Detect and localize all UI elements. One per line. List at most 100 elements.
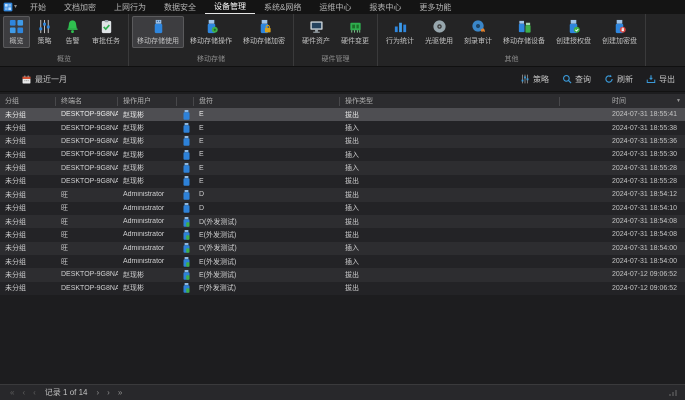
ribbon-item-grid[interactable]: 概览 xyxy=(3,16,30,48)
column-header-1[interactable]: 终端名 xyxy=(56,97,118,106)
usb-lock-icon xyxy=(256,19,273,34)
ribbon-item-bell[interactable]: 告警 xyxy=(59,16,86,48)
sliders-sm-icon xyxy=(520,74,530,84)
records-table: 分组终端名操作用户盘符操作类型时间▼ 未分组DESKTOP-9G8NA80赵现彬… xyxy=(0,94,685,295)
ribbon-item-monitor[interactable]: 硬件资产 xyxy=(297,16,335,48)
column-header-3[interactable] xyxy=(177,97,194,106)
menu-item-8[interactable]: 更多功能 xyxy=(410,1,460,14)
table-row[interactable]: 未分组DESKTOP-9G8NA80赵现彬E插入2024-07-31 18:55… xyxy=(0,121,685,134)
cell-time: 2024-07-31 18:54:10 xyxy=(560,205,685,212)
ribbon-group-1: 移动存储使用移动存储操作移动存储加密移动存储 xyxy=(129,14,294,66)
ribbon-item-label: 光驱使用 xyxy=(425,36,453,46)
resize-grip xyxy=(669,390,677,396)
ribbon-group-2: 硬件资产硬件变更硬件管理 xyxy=(294,14,378,66)
cell-drive-icon xyxy=(177,136,194,146)
table-row[interactable]: 未分组旺AdministratorD(外发测试)拔出2024-07-31 18:… xyxy=(0,215,685,228)
cell-user: 赵现彬 xyxy=(118,163,177,173)
cell-drive: E xyxy=(194,165,340,172)
table-row[interactable]: 未分组DESKTOP-9G8NA80赵现彬E(外发测试)拔出2024-07-12… xyxy=(0,268,685,281)
table-row[interactable]: 未分组旺AdministratorE(外发测试)插入2024-07-31 18:… xyxy=(0,255,685,268)
cell-drive: E(外发测试) xyxy=(194,270,340,280)
menu-item-7[interactable]: 报表中心 xyxy=(360,1,410,14)
first-page-button[interactable]: « xyxy=(8,386,16,399)
ribbon-item-label: 概览 xyxy=(10,36,24,46)
cell-user: 赵现彬 xyxy=(118,110,177,120)
menu-item-3[interactable]: 数据安全 xyxy=(155,1,205,14)
next-record-button[interactable]: › xyxy=(94,386,101,399)
table-row[interactable]: 未分组旺AdministratorD拔出2024-07-31 18:54:12 xyxy=(0,188,685,201)
menu-item-6[interactable]: 运维中心 xyxy=(310,1,360,14)
table-row[interactable]: 未分组DESKTOP-9G8NA80赵现彬F(外发测试)拔出2024-07-12… xyxy=(0,282,685,295)
ribbon-item-usb[interactable]: 移动存储使用 xyxy=(132,16,184,48)
menu-item-2[interactable]: 上网行为 xyxy=(105,1,155,14)
table-row[interactable]: 未分组DESKTOP-9G8NA80赵现彬E拔出2024-07-31 18:55… xyxy=(0,175,685,188)
ribbon-item-label: 移动存储操作 xyxy=(190,36,232,46)
ribbon-item-disc-burn[interactable]: 刻录审计 xyxy=(459,16,497,48)
cell-terminal: DESKTOP-9G8NA80 xyxy=(56,151,118,158)
toolbar-button-search[interactable]: 查询 xyxy=(562,74,591,85)
ribbon-item-usb-encrypt[interactable]: 创建加密盘 xyxy=(597,16,642,48)
usb-row-blue-icon xyxy=(183,190,190,200)
bell-icon xyxy=(64,19,81,34)
cell-operation: 拔出 xyxy=(340,283,560,293)
cell-group: 未分组 xyxy=(0,270,56,280)
menu-item-5[interactable]: 系统&网络 xyxy=(255,1,310,14)
last-page-button[interactable]: » xyxy=(116,386,124,399)
ribbon-item-chip[interactable]: 硬件变更 xyxy=(336,16,374,48)
menu-item-0[interactable]: 开始 xyxy=(21,1,55,14)
ribbon-item-disc[interactable]: 光驱使用 xyxy=(420,16,458,48)
menu-bar: ▾ 开始文档加密上网行为数据安全设备管理系统&网络运维中心报表中心更多功能 xyxy=(0,0,685,14)
cell-operation: 插入 xyxy=(340,257,560,267)
table-row[interactable]: 未分组DESKTOP-9G8NA80赵现彬E拔出2024-07-31 18:55… xyxy=(0,135,685,148)
table-row[interactable]: 未分组旺AdministratorD插入2024-07-31 18:54:10 xyxy=(0,202,685,215)
table-row[interactable]: 未分组DESKTOP-9G8NA80赵现彬E插入2024-07-31 18:55… xyxy=(0,148,685,161)
cell-operation: 拔出 xyxy=(340,176,560,186)
cell-user: 赵现彬 xyxy=(118,270,177,280)
table-row[interactable]: 未分组DESKTOP-9G8NA80赵现彬E拔出2024-07-31 18:55… xyxy=(0,108,685,121)
ribbon-item-clipboard[interactable]: 审批任务 xyxy=(87,16,125,48)
menu-item-1[interactable]: 文档加密 xyxy=(55,1,105,14)
column-header-2[interactable]: 操作用户 xyxy=(118,97,177,106)
table-row[interactable]: 未分组旺AdministratorD(外发测试)插入2024-07-31 18:… xyxy=(0,242,685,255)
toolbar-button-refresh[interactable]: 刷新 xyxy=(604,74,633,85)
table-body: 未分组DESKTOP-9G8NA80赵现彬E拔出2024-07-31 18:55… xyxy=(0,108,685,295)
sort-desc-icon: ▼ xyxy=(676,97,681,106)
table-row[interactable]: 未分组DESKTOP-9G8NA80赵现彬E插入2024-07-31 18:55… xyxy=(0,161,685,174)
cell-drive-icon xyxy=(177,283,194,293)
column-header-5[interactable]: 操作类型 xyxy=(340,97,560,106)
chip-icon xyxy=(347,19,364,34)
ribbon-item-usb-lock[interactable]: 移动存储加密 xyxy=(238,16,290,48)
cell-user: Administrator xyxy=(118,191,177,198)
prev-page-button[interactable]: ‹ xyxy=(20,386,27,399)
menu-item-4[interactable]: 设备管理 xyxy=(205,0,255,14)
toolbar-button-export[interactable]: 导出 xyxy=(646,74,675,85)
usb-auth-icon xyxy=(565,19,582,34)
date-range-filter[interactable]: 最近一月 xyxy=(22,74,67,85)
cell-time: 2024-07-31 18:55:36 xyxy=(560,138,685,145)
cell-terminal: DESKTOP-9G8NA80 xyxy=(56,178,118,185)
cell-drive: D xyxy=(194,191,340,198)
ribbon-item-chart[interactable]: 行为统计 xyxy=(381,16,419,48)
app-menu-button[interactable]: ▾ xyxy=(3,2,17,12)
column-header-6[interactable]: 时间▼ xyxy=(560,97,685,106)
ribbon-item-usb-auth[interactable]: 创建授权盘 xyxy=(551,16,596,48)
monitor-icon xyxy=(308,19,325,34)
column-header-0[interactable]: 分组 xyxy=(0,97,56,106)
ribbon-group-caption: 硬件管理 xyxy=(294,53,377,66)
ribbon-item-label: 策略 xyxy=(38,36,52,46)
table-row[interactable]: 未分组旺AdministratorE(外发测试)拔出2024-07-31 18:… xyxy=(0,228,685,241)
toolbar-button-sliders-sm[interactable]: 策略 xyxy=(520,74,549,85)
ribbon-item-sliders[interactable]: 策略 xyxy=(31,16,58,48)
cell-time: 2024-07-12 09:06:52 xyxy=(560,271,685,278)
cell-group: 未分组 xyxy=(0,283,56,293)
ribbon-item-label: 告警 xyxy=(66,36,80,46)
ribbon-group-items: 硬件资产硬件变更 xyxy=(294,14,377,53)
prev-record-button[interactable]: ‹ xyxy=(31,386,38,399)
column-header-4[interactable]: 盘符 xyxy=(194,97,340,106)
ribbon-item-usb-gear[interactable]: 移动存储操作 xyxy=(185,16,237,48)
chart-icon xyxy=(392,19,409,34)
ribbon-item-usb-devices[interactable]: 移动存储设备 xyxy=(498,16,550,48)
cell-group: 未分组 xyxy=(0,257,56,267)
next-page-button[interactable]: › xyxy=(105,386,112,399)
cell-drive: E(外发测试) xyxy=(194,257,340,267)
